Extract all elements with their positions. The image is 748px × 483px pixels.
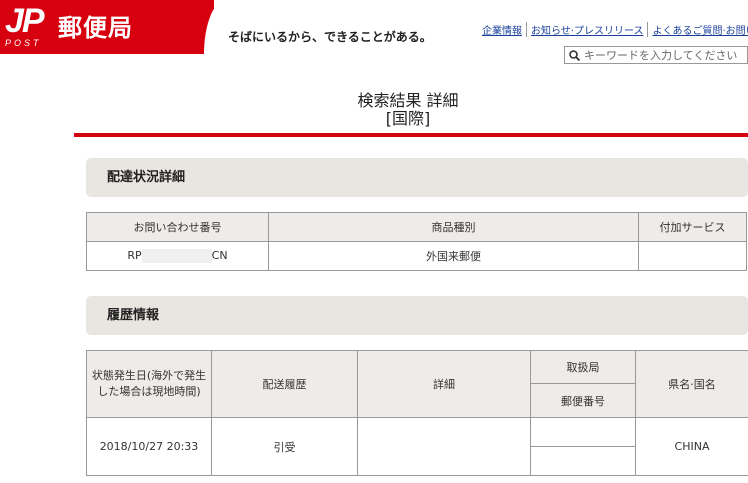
history-postal-cell [530, 446, 636, 476]
nav-link-faq[interactable]: よくあるご質問·お問い合 [648, 22, 748, 37]
col-office: 取扱局 [530, 350, 636, 384]
search-input[interactable] [584, 48, 744, 62]
page-title-line2: [国際] [385, 109, 431, 128]
slogan: そばにいるから、できることがある。 [228, 30, 432, 44]
search-box[interactable] [564, 46, 748, 64]
col-detail: 詳細 [357, 350, 531, 418]
delivery-section-heading: 配達状況詳細 [86, 158, 748, 197]
col-date: 状態発生日(海外で発生した場合は現地時間) [86, 350, 212, 418]
history-region-cell: CHINA [635, 417, 748, 476]
col-postal-code: 郵便番号 [530, 383, 636, 418]
utility-nav: 企業情報 お知らせ·プレスリリース よくあるご質問·お問い合 [478, 22, 748, 37]
nav-link-corporate[interactable]: 企業情報 [478, 22, 527, 37]
col-region: 県名·国名 [635, 350, 748, 418]
delivery-table: お問い合わせ番号 商品種別 付加サービス RP CN 外国来郵便 [86, 212, 747, 271]
nav-link-news[interactable]: お知らせ·プレスリリース [527, 22, 649, 37]
extra-service-cell [638, 241, 747, 271]
history-status-cell: 引受 [211, 417, 358, 476]
tracking-number-cell: RP CN [86, 241, 269, 271]
redacted-number [141, 249, 212, 263]
history-detail-cell [357, 417, 531, 476]
col-tracking-number: お問い合わせ番号 [86, 212, 269, 242]
jp-logo[interactable]: JP [5, 4, 45, 38]
history-date-cell: 2018/10/27 20:33 [86, 417, 212, 476]
history-section-heading: 履歴情報 [86, 296, 748, 335]
col-status: 配送履歴 [211, 350, 358, 418]
page-title: 検索結果 詳細 [国際] [300, 92, 516, 128]
tracking-suffix: CN [211, 249, 228, 262]
product-type-cell: 外国来郵便 [268, 241, 639, 271]
page-title-line1: 検索結果 詳細 [357, 91, 459, 110]
post-logo-sub: POST [5, 38, 42, 48]
history-table: 状態発生日(海外で発生した場合は現地時間) 配送履歴 詳細 取扱局 県名·国名 … [86, 350, 748, 476]
col-extra-service: 付加サービス [638, 212, 747, 242]
search-icon[interactable] [569, 49, 580, 61]
history-office-cell [530, 417, 636, 447]
title-divider [74, 133, 748, 137]
col-product-type: 商品種別 [268, 212, 639, 242]
tracking-prefix: RP [127, 249, 142, 262]
site-logo-text[interactable]: 郵便局 [58, 8, 133, 43]
